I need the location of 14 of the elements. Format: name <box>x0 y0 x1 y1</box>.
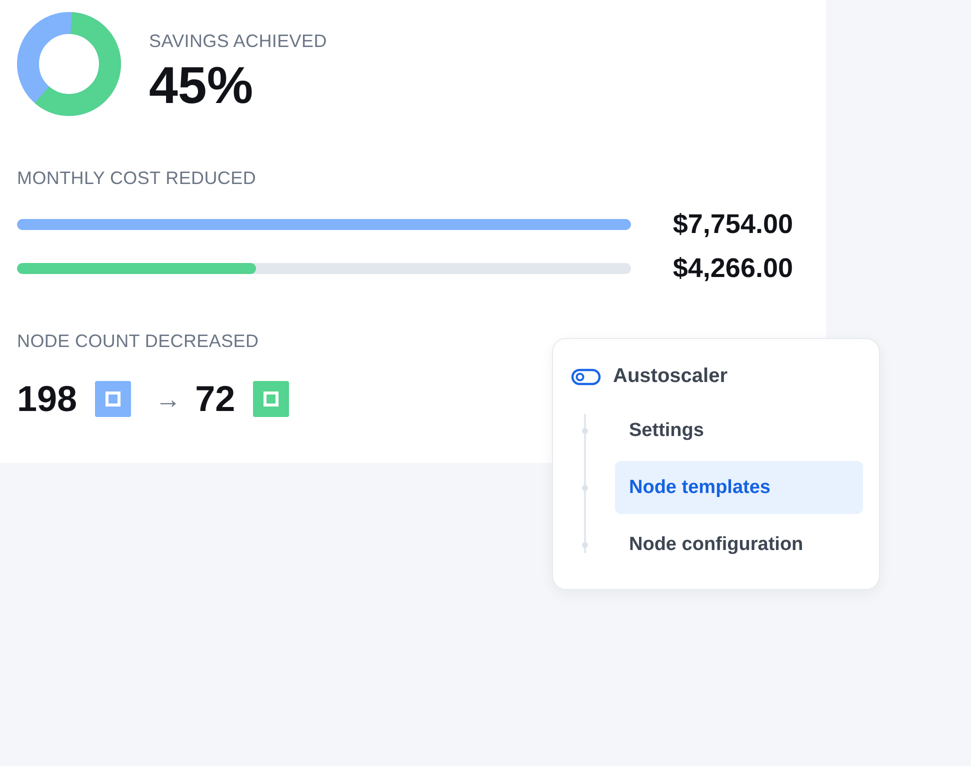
cost-amount: $4,266.00 <box>672 252 793 284</box>
menu-title: Austoscaler <box>613 365 728 388</box>
node-count: 72 <box>195 378 236 420</box>
menu-item[interactable]: Settings <box>615 404 863 457</box>
savings-value: 45% <box>149 60 254 112</box>
menu-item[interactable]: Node configuration <box>615 518 863 571</box>
menu-item[interactable]: Node templates <box>615 461 863 514</box>
savings-label: SAVINGS ACHIEVED <box>149 30 327 52</box>
toggle-icon <box>571 368 601 386</box>
monthly-cost-label: MONTHLY COST REDUCED <box>17 168 256 189</box>
arrow-icon: → <box>155 384 182 414</box>
node-count: 198 <box>17 378 78 420</box>
cost-amount: $7,754.00 <box>672 208 793 240</box>
node-count-label: NODE COUNT DECREASED <box>17 331 259 352</box>
